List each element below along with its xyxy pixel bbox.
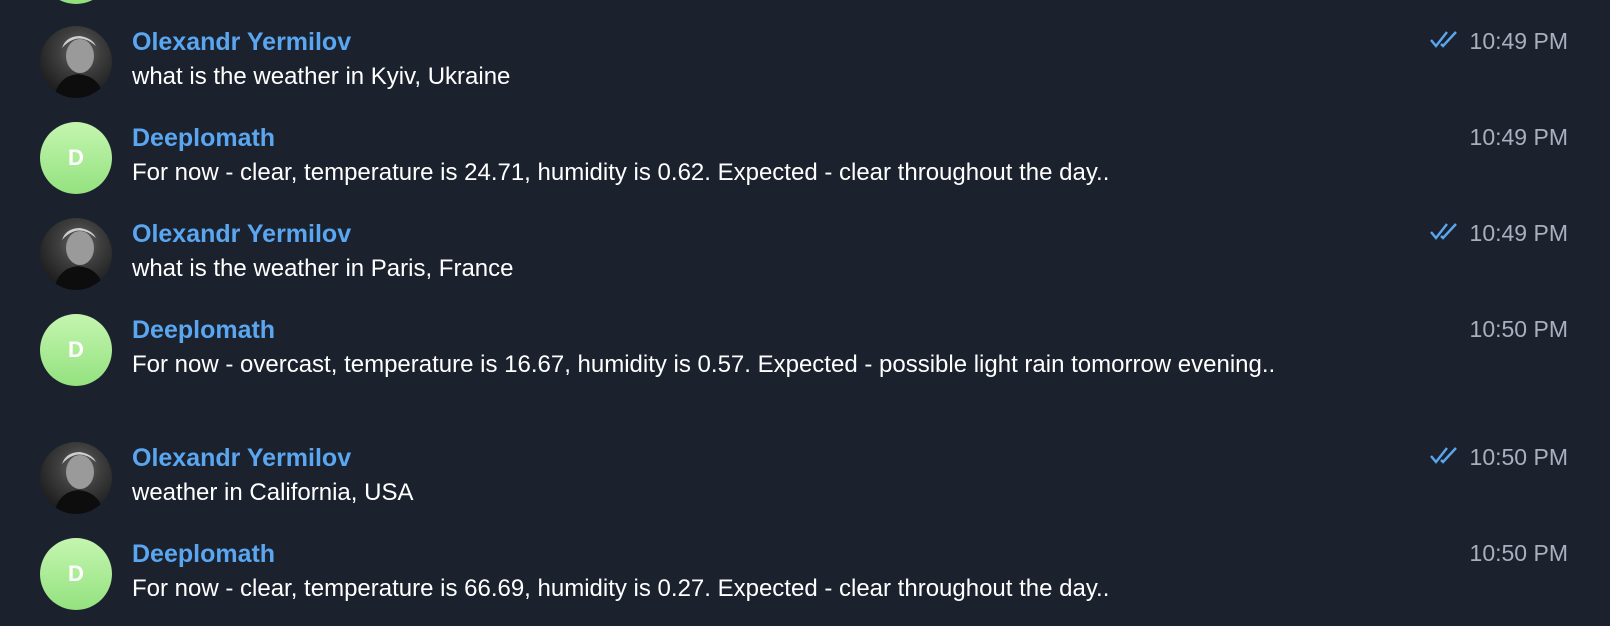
avatar[interactable]: D [40,122,112,194]
message-meta: 10:50 PM [1470,540,1568,567]
message-time: 10:50 PM [1469,316,1568,342]
message-meta: 10:49 PM [1470,124,1568,151]
sender-name[interactable]: Deeplomath [132,124,275,153]
message-text: what is the weather in Paris, France [132,255,514,282]
message-text: For now - clear, temperature is 66.69, h… [132,575,1110,602]
message-time: 10:49 PM [1469,220,1568,246]
sender-name[interactable]: Deeplomath [132,316,275,345]
message-text: what is the weather in Kyiv, Ukraine [132,63,511,90]
message-item[interactable]: D Deeplomath For now - clear, temperatur… [0,536,1610,626]
message-meta: 10:49 PM [1429,220,1568,247]
message-meta: 10:50 PM [1470,316,1568,343]
message-item[interactable]: Olexandr Yermilov what is the weather in… [0,24,1610,120]
message-item[interactable]: Olexandr Yermilov what is the weather in… [0,216,1610,312]
chat-history: Olexandr Yermilov what is the weather in… [0,0,1610,626]
sender-name[interactable]: Olexandr Yermilov [132,444,351,473]
sender-name[interactable]: Olexandr Yermilov [132,28,351,57]
message-time: 10:50 PM [1469,540,1568,566]
message-item[interactable]: Olexandr Yermilov weather in California,… [0,440,1610,536]
message-item[interactable]: D Deeplomath For now - clear, temperatur… [0,120,1610,216]
message-time: 10:49 PM [1469,28,1568,54]
avatar[interactable] [40,442,112,514]
message-time: 10:50 PM [1469,444,1568,470]
avatar [40,0,112,4]
message-text: weather in California, USA [132,479,414,506]
message-item[interactable]: D Deeplomath For now - overcast, tempera… [0,312,1610,440]
message-text: For now - overcast, temperature is 16.67… [132,351,1276,378]
message-time: 10:49 PM [1469,124,1568,150]
avatar[interactable] [40,26,112,98]
message-text: For now - clear, temperature is 24.71, h… [132,159,1110,186]
message-meta: 10:49 PM [1429,28,1568,55]
avatar[interactable] [40,218,112,290]
double-check-icon [1429,444,1460,471]
double-check-icon [1429,220,1460,247]
sender-name[interactable]: Deeplomath [132,540,275,569]
avatar[interactable]: D [40,314,112,386]
message-meta: 10:50 PM [1429,444,1568,471]
double-check-icon [1429,28,1460,55]
avatar[interactable]: D [40,538,112,610]
sender-name[interactable]: Olexandr Yermilov [132,220,351,249]
